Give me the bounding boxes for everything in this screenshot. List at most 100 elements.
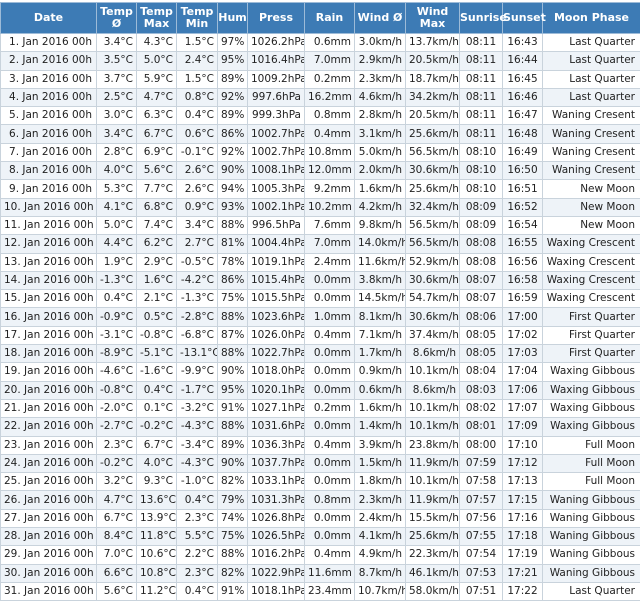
cell-pressure: 1002.7hPa <box>248 125 305 143</box>
cell-wind-avg: 3.9km/h <box>355 436 406 454</box>
cell-temp-max: 11.2°C <box>137 582 177 600</box>
cell-humidity: 82% <box>218 473 248 491</box>
cell-wind-avg: 1.6km/h <box>355 399 406 417</box>
cell-date: 11. Jan 2016 00h <box>1 216 97 234</box>
cell-temp-avg: 5.6°C <box>97 582 137 600</box>
cell-temp-max: 0.4°C <box>137 381 177 399</box>
col-header-date: Date <box>1 3 97 34</box>
cell-rain: 0.0mm <box>305 345 355 363</box>
cell-temp-min: 0.4°C <box>177 107 218 125</box>
cell-humidity: 90% <box>218 454 248 472</box>
table-row: 21. Jan 2016 00h-2.0°C0.1°C-3.2°C91%1027… <box>1 399 640 417</box>
cell-humidity: 86% <box>218 271 248 289</box>
cell-wind-max: 15.5km/h <box>406 509 460 527</box>
col-header-humidity: Hum <box>218 3 248 34</box>
col-header-wind-max: Wind Max <box>406 3 460 34</box>
cell-temp-max: 4.7°C <box>137 88 177 106</box>
cell-moon-phase: Full Moon <box>543 473 640 491</box>
cell-temp-avg: 0.4°C <box>97 290 137 308</box>
cell-wind-avg: 2.3km/h <box>355 70 406 88</box>
cell-pressure: 1002.7hPa <box>248 143 305 161</box>
cell-date: 17. Jan 2016 00h <box>1 326 97 344</box>
cell-temp-min: 2.2°C <box>177 546 218 564</box>
cell-sunset: 16:47 <box>503 107 543 125</box>
cell-pressure: 1020.1hPa <box>248 381 305 399</box>
cell-wind-max: 10.1km/h <box>406 473 460 491</box>
cell-wind-avg: 8.1km/h <box>355 308 406 326</box>
cell-temp-avg: 6.6°C <box>97 564 137 582</box>
cell-pressure: 1015.4hPa <box>248 271 305 289</box>
cell-temp-min: 2.3°C <box>177 509 218 527</box>
cell-temp-max: 4.0°C <box>137 454 177 472</box>
cell-moon-phase: Waning Gibbous <box>543 509 640 527</box>
cell-humidity: 93% <box>218 198 248 216</box>
table-row: 14. Jan 2016 00h-1.3°C1.6°C-4.2°C86%1015… <box>1 271 640 289</box>
table-row: 17. Jan 2016 00h-3.1°C-0.8°C-6.8°C87%102… <box>1 326 640 344</box>
cell-date: 10. Jan 2016 00h <box>1 198 97 216</box>
cell-humidity: 92% <box>218 88 248 106</box>
cell-temp-min: 0.4°C <box>177 491 218 509</box>
cell-pressure: 1018.1hPa <box>248 582 305 600</box>
cell-wind-avg: 4.2km/h <box>355 198 406 216</box>
cell-temp-min: 2.3°C <box>177 564 218 582</box>
cell-sunrise: 07:54 <box>460 546 503 564</box>
cell-temp-min: 0.8°C <box>177 88 218 106</box>
cell-humidity: 90% <box>218 363 248 381</box>
cell-temp-max: -0.2°C <box>137 418 177 436</box>
cell-temp-min: -9.9°C <box>177 363 218 381</box>
cell-humidity: 75% <box>218 528 248 546</box>
cell-temp-avg: 2.3°C <box>97 436 137 454</box>
cell-temp-min: 1.5°C <box>177 70 218 88</box>
cell-moon-phase: Waning Cresent <box>543 125 640 143</box>
cell-temp-min: -6.8°C <box>177 326 218 344</box>
cell-temp-max: 0.1°C <box>137 399 177 417</box>
cell-wind-avg: 1.8km/h <box>355 473 406 491</box>
cell-pressure: 1037.7hPa <box>248 454 305 472</box>
cell-humidity: 82% <box>218 564 248 582</box>
cell-temp-avg: 3.7°C <box>97 70 137 88</box>
table-row: 7. Jan 2016 00h2.8°C6.9°C-0.1°C92%1002.7… <box>1 143 640 161</box>
cell-sunrise: 08:11 <box>460 125 503 143</box>
cell-sunset: 16:48 <box>503 125 543 143</box>
cell-date: 29. Jan 2016 00h <box>1 546 97 564</box>
cell-temp-max: 13.6°C <box>137 491 177 509</box>
col-header-pressure: Press <box>248 3 305 34</box>
cell-rain: 12.0mm <box>305 162 355 180</box>
cell-sunrise: 08:11 <box>460 88 503 106</box>
cell-pressure: 1026.8hPa <box>248 509 305 527</box>
cell-sunset: 17:09 <box>503 418 543 436</box>
cell-wind-avg: 14.0km/h <box>355 235 406 253</box>
cell-moon-phase: First Quarter <box>543 308 640 326</box>
cell-date: 21. Jan 2016 00h <box>1 399 97 417</box>
cell-rain: 0.0mm <box>305 290 355 308</box>
cell-date: 4. Jan 2016 00h <box>1 88 97 106</box>
cell-sunset: 17:03 <box>503 345 543 363</box>
cell-humidity: 88% <box>218 345 248 363</box>
cell-temp-min: 2.4°C <box>177 52 218 70</box>
cell-temp-avg: 3.2°C <box>97 473 137 491</box>
cell-moon-phase: Waxing Gibbous <box>543 399 640 417</box>
cell-temp-avg: 6.7°C <box>97 509 137 527</box>
col-header-moon-phase: Moon Phase <box>543 3 640 34</box>
cell-humidity: 94% <box>218 180 248 198</box>
cell-rain: 0.0mm <box>305 271 355 289</box>
cell-temp-min: -1.3°C <box>177 290 218 308</box>
cell-sunrise: 08:11 <box>460 52 503 70</box>
cell-wind-avg: 3.1km/h <box>355 125 406 143</box>
cell-temp-min: -4.3°C <box>177 418 218 436</box>
cell-rain: 16.2mm <box>305 88 355 106</box>
cell-date: 9. Jan 2016 00h <box>1 180 97 198</box>
cell-humidity: 88% <box>218 546 248 564</box>
cell-temp-max: 10.8°C <box>137 564 177 582</box>
cell-date: 5. Jan 2016 00h <box>1 107 97 125</box>
cell-wind-max: 25.6km/h <box>406 180 460 198</box>
cell-rain: 0.0mm <box>305 454 355 472</box>
cell-sunset: 17:13 <box>503 473 543 491</box>
cell-sunset: 16:56 <box>503 253 543 271</box>
cell-sunrise: 08:11 <box>460 107 503 125</box>
cell-temp-min: 2.6°C <box>177 162 218 180</box>
cell-sunset: 16:54 <box>503 216 543 234</box>
cell-temp-max: -0.8°C <box>137 326 177 344</box>
cell-temp-max: 5.6°C <box>137 162 177 180</box>
cell-wind-max: 34.2km/h <box>406 88 460 106</box>
